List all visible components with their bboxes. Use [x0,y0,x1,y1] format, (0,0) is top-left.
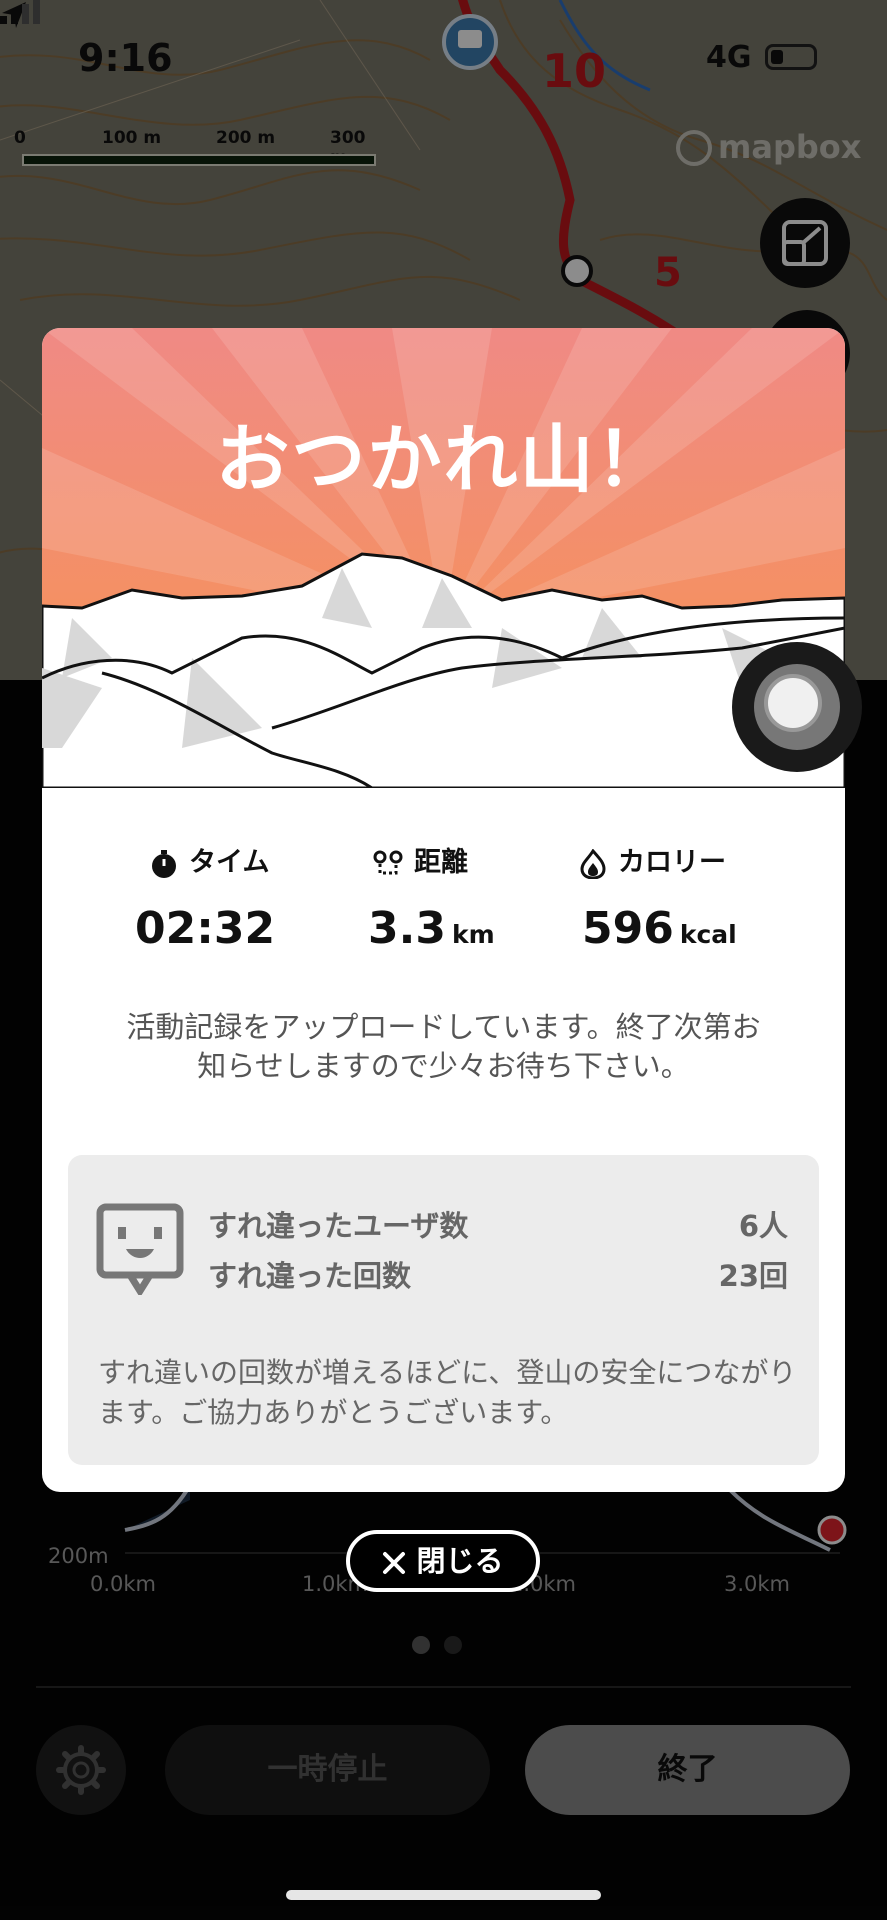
passing-users-value: 6人 [738,1209,788,1243]
route-icon [373,850,403,874]
upload-message: 活動記録をアップロードしています。終了次第お知らせしますので少々お待ち下さい。 [126,1010,761,1083]
stat-distance-unit: km [451,920,495,949]
completion-modal: おつかれ山！ タイム 02:32 距離 3.3 km カロリー 596 kcal 活… [42,328,845,1492]
passing-users-label: すれ違ったユーザ数 [208,1209,469,1243]
stat-time-value: 02:32 [135,903,276,954]
stat-calorie-value: 596 [582,903,674,954]
passing-users-row: すれ違ったユーザ数 6人 [208,1203,788,1245]
modal-title: おつかれ山！ [215,417,672,503]
stat-calorie: カロリー 596 kcal [578,840,818,954]
passing-face-icon [96,1203,184,1295]
stat-time: タイム 02:32 [135,840,389,954]
passing-count-value: 23回 [718,1259,788,1293]
passing-count-label: すれ違った回数 [208,1259,412,1293]
passing-note: すれ違いの回数が増えるほどに、登山の安全につながります。ご協力ありがとうございま… [98,1356,797,1429]
close-button-label: 閉じる [416,1544,504,1578]
flame-icon [580,847,606,880]
passing-info-card: すれ違ったユーザ数 6人 すれ違った回数 23回 すれ違いの回数が増えるほどに、… [68,1155,819,1465]
stat-distance: 距離 3.3 km [368,840,612,954]
mountain-illustration [42,328,845,788]
stopwatch-icon [152,849,176,878]
close-button[interactable]: 閉じる [346,1530,540,1592]
record-button[interactable] [732,642,862,772]
stat-distance-value: 3.3 [368,903,446,954]
passing-count-row: すれ違った回数 23回 [208,1253,788,1295]
home-indicator[interactable] [286,1890,601,1900]
close-icon [383,1552,406,1574]
stat-calorie-unit: kcal [679,920,737,949]
stat-time-label: タイム [189,847,270,878]
stat-distance-label: 距離 [414,847,468,878]
stat-calorie-label: カロリー [618,847,726,878]
